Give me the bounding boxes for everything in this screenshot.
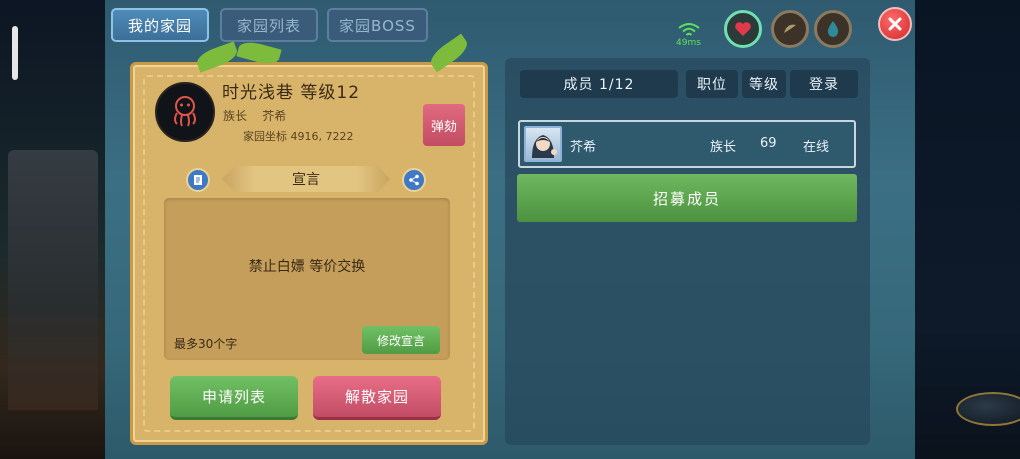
share-icon	[409, 174, 419, 186]
background-right-scene	[915, 0, 1020, 459]
side-drawer-handle[interactable]	[12, 26, 18, 80]
family-emblem	[155, 82, 215, 142]
member-name: 芥希	[570, 140, 597, 155]
member-status: 在线	[803, 140, 830, 155]
declaration-header: 宣言	[222, 166, 390, 192]
declaration-header-label: 宣言	[292, 172, 320, 188]
role-column-header[interactable]: 职位	[686, 70, 738, 98]
tab-family-boss[interactable]: 家园BOSS	[327, 8, 428, 42]
health-button[interactable]	[724, 10, 762, 48]
tab-family-list[interactable]: 家园列表	[220, 8, 318, 42]
heart-icon	[735, 22, 751, 36]
leader-label: 族长	[223, 109, 248, 123]
water-icon	[827, 21, 839, 37]
coord-value: 4916, 7222	[290, 130, 354, 143]
recruit-members-button[interactable]: 招募成员	[517, 174, 857, 222]
close-button[interactable]	[878, 7, 912, 41]
notes-icon	[194, 175, 202, 185]
member-row[interactable]: 芥希 族长 69 在线	[518, 120, 856, 168]
hunger-icon	[784, 24, 796, 33]
member-role: 族长	[710, 140, 737, 155]
impeach-button[interactable]: 弹劾	[423, 104, 465, 146]
ping-readout: 49ms	[676, 38, 701, 48]
login-column-header[interactable]: 登录	[790, 70, 858, 98]
disband-family-button[interactable]: 解散家园	[313, 376, 441, 420]
tab-my-family[interactable]: 我的家园	[111, 8, 209, 42]
water-button[interactable]	[814, 10, 852, 48]
share-button[interactable]	[402, 168, 426, 192]
background-ruin	[8, 150, 98, 410]
leader-name: 芥希	[262, 109, 287, 123]
declaration-text: 禁止白嫖 等价交换	[248, 259, 366, 275]
notes-button[interactable]	[186, 168, 210, 192]
modify-declaration-button[interactable]: 修改宣言	[362, 326, 440, 354]
level-column-header[interactable]: 等级	[742, 70, 786, 98]
character-portrait-icon	[532, 135, 557, 158]
members-panel	[505, 58, 870, 445]
apply-list-button[interactable]: 申请列表	[170, 376, 298, 420]
hunger-button[interactable]	[771, 10, 809, 48]
close-icon	[888, 17, 902, 31]
member-level: 69	[760, 136, 777, 151]
coord-label: 家园坐标	[243, 130, 287, 143]
declaration-length-hint: 最多30个字	[174, 337, 238, 351]
family-coordinates: 家园坐标 4916, 7222	[243, 128, 353, 144]
octopus-icon	[174, 96, 196, 127]
declaration-box: 禁止白嫖 等价交换 最多30个字 修改宣言	[164, 198, 450, 360]
wifi-icon	[678, 23, 700, 36]
family-title: 时光浅巷 等级12	[222, 83, 361, 103]
avatar	[524, 126, 562, 162]
background-planet	[956, 392, 1020, 426]
member-count-header[interactable]: 成员 1/12	[520, 70, 678, 98]
leader-info: 族长 芥希	[223, 107, 286, 124]
